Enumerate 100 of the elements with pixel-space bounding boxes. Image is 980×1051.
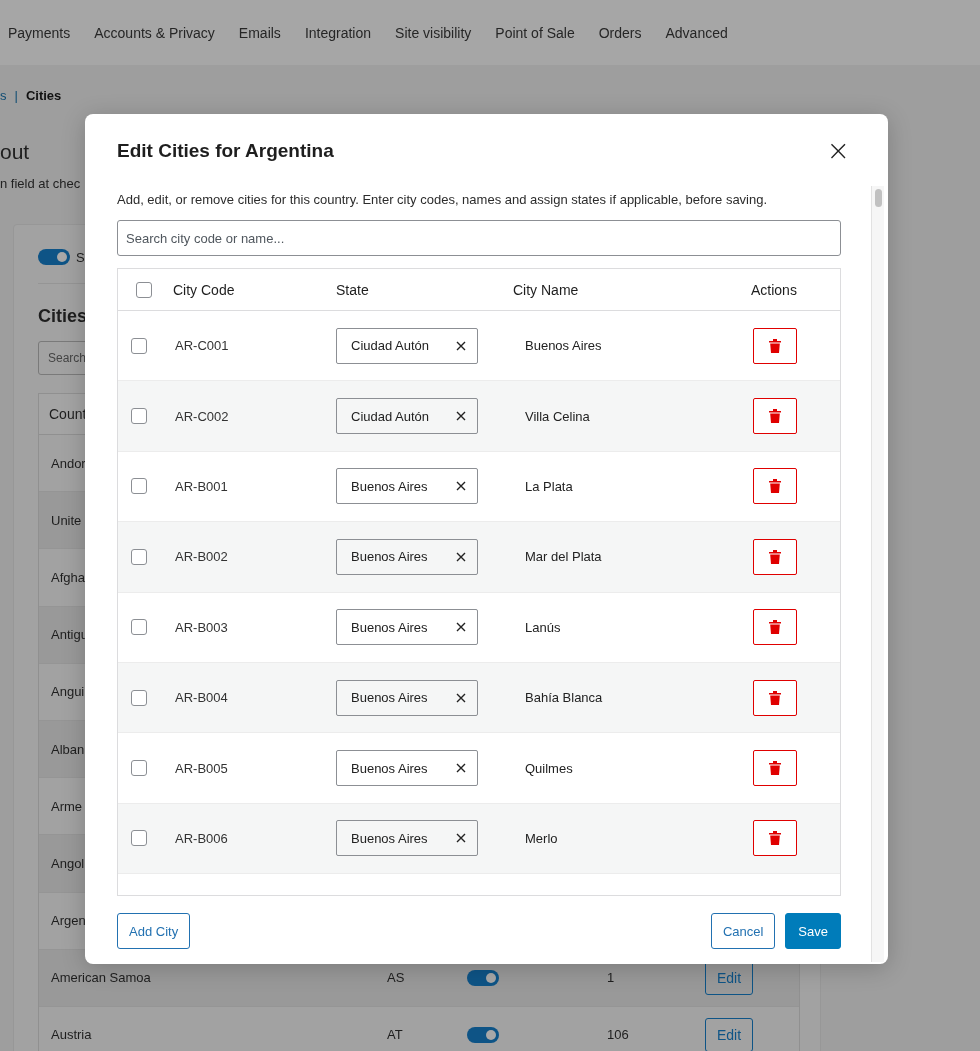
add-city-button[interactable]: Add City: [117, 913, 191, 949]
delete-button[interactable]: [753, 609, 797, 646]
delete-button[interactable]: [753, 468, 797, 505]
table-cell: 106: [607, 1027, 629, 1043]
trash-icon: [769, 761, 781, 776]
save-button[interactable]: Save: [785, 913, 841, 949]
row-checkbox[interactable]: [131, 337, 147, 354]
search-field[interactable]: Search city code or name...: [117, 220, 841, 256]
state-select[interactable]: Ciudad Autón: [336, 398, 478, 435]
trash-icon: [769, 409, 781, 424]
nav-tab[interactable]: Accounts & Privacy: [94, 24, 215, 41]
trash-icon: [769, 620, 781, 635]
clear-icon[interactable]: [456, 692, 466, 703]
table-cell: AT: [387, 1027, 403, 1043]
column-header: Actions: [751, 281, 798, 298]
clear-icon[interactable]: [456, 481, 466, 492]
clear-icon[interactable]: [456, 411, 466, 422]
city-name: Lanús: [524, 619, 562, 635]
section-title: Cities: [38, 306, 89, 327]
column-header: City Name: [513, 281, 580, 298]
row-checkbox[interactable]: [131, 478, 147, 495]
row-checkbox[interactable]: [131, 619, 147, 636]
state-select[interactable]: Buenos Aires: [336, 468, 478, 505]
toggle-switch[interactable]: [467, 1026, 499, 1043]
delete-button[interactable]: [753, 538, 797, 575]
modal-title: Edit Cities for Argentina: [117, 140, 334, 162]
table-cell: Alban: [51, 741, 85, 757]
city-code: AR-C001: [174, 338, 230, 354]
cancel-button[interactable]: Cancel: [710, 913, 776, 949]
city-code: AR-B001: [174, 478, 229, 494]
state-select[interactable]: Buenos Aires: [336, 679, 478, 716]
table-cell: Angol: [51, 855, 85, 871]
modal-description: Add, edit, or remove cities for this country. Enter city codes, names and assign states if applicable, before saving.: [117, 192, 769, 207]
column-header: City Code: [173, 281, 236, 298]
table-cell: Argen: [51, 913, 86, 929]
state-select[interactable]: Ciudad Autón: [336, 327, 478, 364]
delete-button[interactable]: [753, 679, 797, 716]
city-name: Merlo: [524, 830, 559, 846]
city-name: Bahía Blanca: [524, 690, 604, 706]
row-checkbox[interactable]: [131, 548, 147, 565]
city-name: Villa Celina: [524, 408, 591, 424]
toggle-switch[interactable]: [38, 249, 70, 265]
table-cell: Angui: [51, 684, 85, 700]
delete-button[interactable]: [753, 398, 797, 435]
close-button[interactable]: ×: [824, 137, 852, 165]
trash-icon: [769, 479, 781, 494]
city-code: AR-B004: [174, 690, 229, 706]
clear-icon[interactable]: [456, 340, 466, 351]
nav-tab[interactable]: Orders: [598, 24, 642, 41]
table-cell: Andor: [51, 455, 86, 471]
breadcrumb-current: Cities: [25, 87, 62, 103]
select-all-checkbox[interactable]: [136, 281, 152, 298]
nav-tab[interactable]: Site visibility: [395, 24, 472, 41]
scrollbar[interactable]: [871, 186, 884, 962]
nav-tab[interactable]: Advanced: [665, 24, 728, 41]
nav-tab[interactable]: Integration: [304, 24, 372, 41]
trash-icon: [769, 690, 781, 705]
table-cell: American Samoa: [51, 970, 151, 986]
row-checkbox[interactable]: [131, 689, 147, 706]
delete-button[interactable]: [753, 327, 797, 364]
table-cell: 1: [607, 970, 615, 986]
state-select[interactable]: Buenos Aires: [336, 538, 478, 575]
trash-icon: [769, 831, 781, 846]
delete-button[interactable]: [753, 820, 797, 857]
city-code: AR-C002: [174, 408, 230, 424]
trash-icon: [769, 338, 781, 353]
city-name: Mar del Plata: [524, 549, 603, 565]
trash-icon: [769, 549, 781, 564]
city-code: AR-B003: [174, 619, 229, 635]
state-select[interactable]: Buenos Aires: [336, 750, 478, 787]
table-cell: AS: [387, 970, 405, 986]
city-code: AR-B005: [174, 760, 229, 776]
clear-icon[interactable]: [456, 622, 466, 633]
state-select[interactable]: Buenos Aires: [336, 609, 478, 646]
clear-icon[interactable]: [456, 551, 466, 562]
table-cell: Austria: [51, 1027, 92, 1043]
nav-tab[interactable]: Emails: [238, 24, 281, 41]
table-cell: Arme: [51, 798, 83, 814]
column-header: State: [336, 281, 370, 298]
city-name: Quilmes: [524, 760, 574, 776]
page-heading: out: [0, 140, 30, 165]
nav-tab[interactable]: Payments: [8, 24, 71, 41]
nav-tab[interactable]: Point of Sale: [495, 24, 575, 41]
table-cell: Unite: [51, 512, 82, 528]
breadcrumb-separator: |: [14, 87, 18, 103]
clear-icon[interactable]: [456, 833, 466, 844]
row-checkbox[interactable]: [131, 760, 147, 777]
clear-icon[interactable]: [456, 763, 466, 774]
toggle-switch[interactable]: [467, 969, 499, 986]
state-select[interactable]: Buenos Aires: [336, 820, 478, 857]
row-checkbox[interactable]: [131, 408, 147, 425]
column-header: Count: [49, 406, 87, 422]
delete-button[interactable]: [753, 750, 797, 787]
city-code: AR-B006: [174, 830, 229, 846]
row-checkbox[interactable]: [131, 830, 147, 847]
page-description: n field at chec: [0, 176, 81, 191]
city-code: AR-B002: [174, 549, 229, 565]
city-name: Buenos Aires: [524, 338, 603, 354]
toggle-label: S: [76, 249, 85, 265]
breadcrumb-link[interactable]: s: [0, 87, 7, 103]
